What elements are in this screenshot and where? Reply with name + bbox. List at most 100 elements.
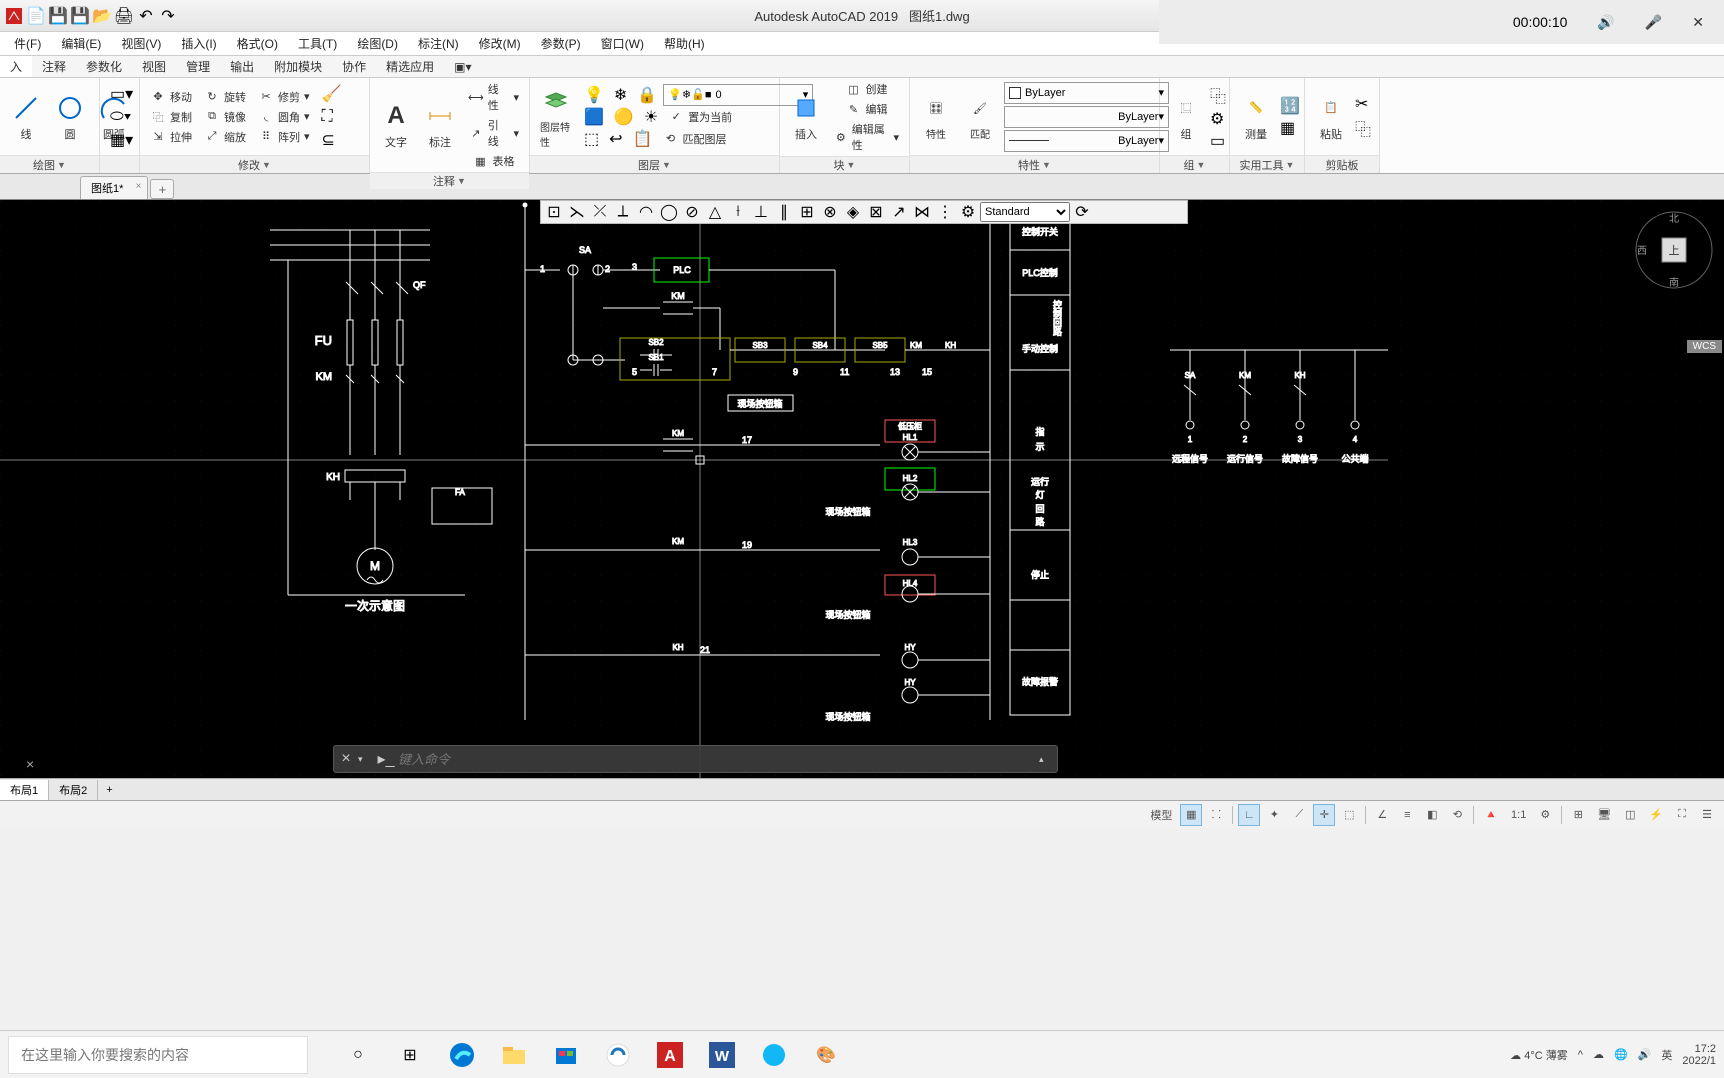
lwt-toggle[interactable]: ≡ <box>1396 804 1418 826</box>
snap-parallel-icon[interactable]: ∥ <box>773 202 795 222</box>
layer-thaw-icon[interactable]: ☀ <box>640 106 662 128</box>
insert-button[interactable]: 插入 <box>786 90 826 144</box>
snap-intersect-icon[interactable]: ⤫ <box>589 202 611 222</box>
wcs-badge[interactable]: WCS <box>1687 340 1722 353</box>
text-button[interactable]: A文字 <box>376 98 416 152</box>
close-icon[interactable]: × <box>136 181 142 192</box>
snap-midpoint-icon[interactable]: ⋋ <box>566 202 588 222</box>
menu-window[interactable]: 窗口(W) <box>591 33 654 54</box>
snap-quadrant-icon[interactable]: △ <box>704 202 726 222</box>
wps-icon[interactable] <box>598 1035 638 1075</box>
snap-from-icon[interactable]: ↗ <box>888 202 910 222</box>
clock[interactable]: 17:22022/1 <box>1682 1043 1716 1067</box>
rotate-button[interactable]: ↻旋转 <box>200 88 250 106</box>
transparency-toggle[interactable]: ◧ <box>1421 804 1443 826</box>
calc-icon[interactable]: 🔢 <box>1280 96 1300 116</box>
menu-dim[interactable]: 标注(N) <box>408 33 469 54</box>
panel-props-title[interactable]: 特性 <box>1018 157 1040 173</box>
monitor-icon[interactable]: 🖥 <box>1592 804 1616 826</box>
ortho-toggle[interactable]: ∟ <box>1238 804 1260 826</box>
erase-icon[interactable]: 🧹 <box>318 83 346 105</box>
line-button[interactable]: 线 <box>6 90 46 144</box>
grid-toggle[interactable]: ▦ <box>1180 804 1202 826</box>
snap-appint-icon[interactable]: ⟂ <box>612 202 634 222</box>
task-view-icon[interactable]: ⊞ <box>390 1035 430 1075</box>
layout-tab-2[interactable]: 布局2 <box>49 780 98 800</box>
tab-addins[interactable]: 附加模块 <box>264 56 332 77</box>
group-bb-icon[interactable]: ▭ <box>1210 131 1226 151</box>
clean-screen-icon[interactable]: ⛶ <box>1671 804 1693 826</box>
layer-freeze-icon[interactable]: ❄ <box>610 84 631 106</box>
store-icon[interactable] <box>546 1035 586 1075</box>
array-button[interactable]: ⠿阵列▾ <box>254 128 314 146</box>
cmd-panel-close-icon[interactable]: × <box>26 756 34 772</box>
layer-on-icon[interactable]: 🟡 <box>610 106 638 128</box>
match-props-button[interactable]: 🖌匹配 <box>960 90 1000 143</box>
measure-button[interactable]: 📏测量 <box>1236 90 1276 144</box>
snap-none-icon[interactable]: ⊠ <box>865 202 887 222</box>
create-block-button[interactable]: ◫创建 <box>830 80 903 98</box>
undo-icon[interactable]: ↶ <box>136 6 156 26</box>
dim-update-icon[interactable]: ⟳ <box>1071 202 1093 222</box>
tab-parametric[interactable]: 参数化 <box>76 56 132 77</box>
snap-insert-icon[interactable]: ⊞ <box>796 202 818 222</box>
tab-home[interactable]: 入 <box>0 56 32 77</box>
viewcube[interactable]: 上 北 南 西 <box>1634 210 1714 290</box>
snap-mid2-icon[interactable]: ⋈ <box>911 202 933 222</box>
layer-walk-icon[interactable]: ⬚ <box>580 128 603 150</box>
network-icon[interactable]: 🌐 <box>1614 1048 1628 1061</box>
menu-view[interactable]: 视图(V) <box>111 33 171 54</box>
app-menu-icon[interactable] <box>4 6 24 26</box>
workspace-icon[interactable]: ⊞ <box>1567 804 1589 826</box>
menu-edit[interactable]: 编辑(E) <box>51 33 111 54</box>
new-icon[interactable]: 📄 <box>26 6 46 26</box>
trim-button[interactable]: ✂修剪▾ <box>254 88 314 106</box>
menu-format[interactable]: 格式(O) <box>227 33 288 54</box>
redo-icon[interactable]: ↷ <box>158 6 178 26</box>
cycling-toggle[interactable]: ⟲ <box>1446 804 1468 826</box>
tab-output[interactable]: 输出 <box>220 56 264 77</box>
snap-tangent-icon[interactable]: ⟊ <box>727 202 749 222</box>
dimstyle-combo[interactable]: Standard <box>980 202 1070 222</box>
snap-geom-icon[interactable]: ⊘ <box>681 202 703 222</box>
panel-block-title[interactable]: 块 <box>834 157 845 173</box>
ellipse-icon[interactable]: ⬭▾ <box>106 107 137 127</box>
tray-chevron-icon[interactable]: ^ <box>1578 1049 1583 1061</box>
select-icon[interactable]: ▦ <box>1280 118 1300 138</box>
weather-widget[interactable]: ☁ 4°C 薄雾 <box>1510 1047 1568 1063</box>
close-overlay-icon[interactable]: ✕ <box>1692 14 1704 31</box>
isodraft-toggle[interactable]: ⟋ <box>1288 804 1310 826</box>
polar-toggle[interactable]: ✦ <box>1263 804 1285 826</box>
onedrive-icon[interactable]: ☁ <box>1593 1048 1604 1061</box>
menu-modify[interactable]: 修改(M) <box>469 33 531 54</box>
3dosnap-toggle[interactable]: ⬚ <box>1338 804 1360 826</box>
model-button[interactable]: 模型 <box>1145 804 1177 826</box>
panel-clip-title[interactable]: 剪贴板 <box>1326 157 1359 173</box>
explorer-icon[interactable] <box>494 1035 534 1075</box>
fillet-button[interactable]: ◟圆角▾ <box>254 108 314 126</box>
menu-help[interactable]: 帮助(H) <box>654 33 715 54</box>
leader-button[interactable]: ↗引线▾ <box>464 116 523 150</box>
mirror-button[interactable]: ⧉镜像 <box>200 108 250 126</box>
copy-clip-icon[interactable]: ⿻ <box>1355 116 1371 140</box>
snap-toggle[interactable]: ⸬ <box>1205 804 1227 826</box>
customize-icon[interactable]: ☰ <box>1696 804 1718 826</box>
menu-file[interactable]: 件(F) <box>4 33 51 54</box>
qq-icon[interactable] <box>754 1035 794 1075</box>
panel-annot-title[interactable]: 注释 <box>433 173 455 189</box>
cmd-close-icon[interactable]: × <box>334 750 358 768</box>
tab-collab[interactable]: 协作 <box>332 56 376 77</box>
move-button[interactable]: ✥移动 <box>146 88 196 106</box>
cut-icon[interactable]: ✂ <box>1355 94 1371 114</box>
rect-icon[interactable]: ▭▾ <box>106 83 137 105</box>
scale-button[interactable]: ⤢缩放 <box>200 128 250 146</box>
group-edit-icon[interactable]: ⚙ <box>1210 109 1226 129</box>
color-combo[interactable]: ByLayer▾ <box>1004 82 1169 104</box>
isolate-icon[interactable]: ◫ <box>1619 804 1641 826</box>
panel-draw-title[interactable]: 绘图 <box>33 157 55 173</box>
autocad-icon[interactable]: A <box>650 1035 690 1075</box>
snap-perp-icon[interactable]: ⊥ <box>750 202 772 222</box>
plot-icon[interactable]: 🖨 <box>114 6 134 26</box>
file-tab-active[interactable]: 图纸1*× <box>80 176 148 199</box>
volume-icon[interactable]: 🔊 <box>1638 1048 1652 1061</box>
